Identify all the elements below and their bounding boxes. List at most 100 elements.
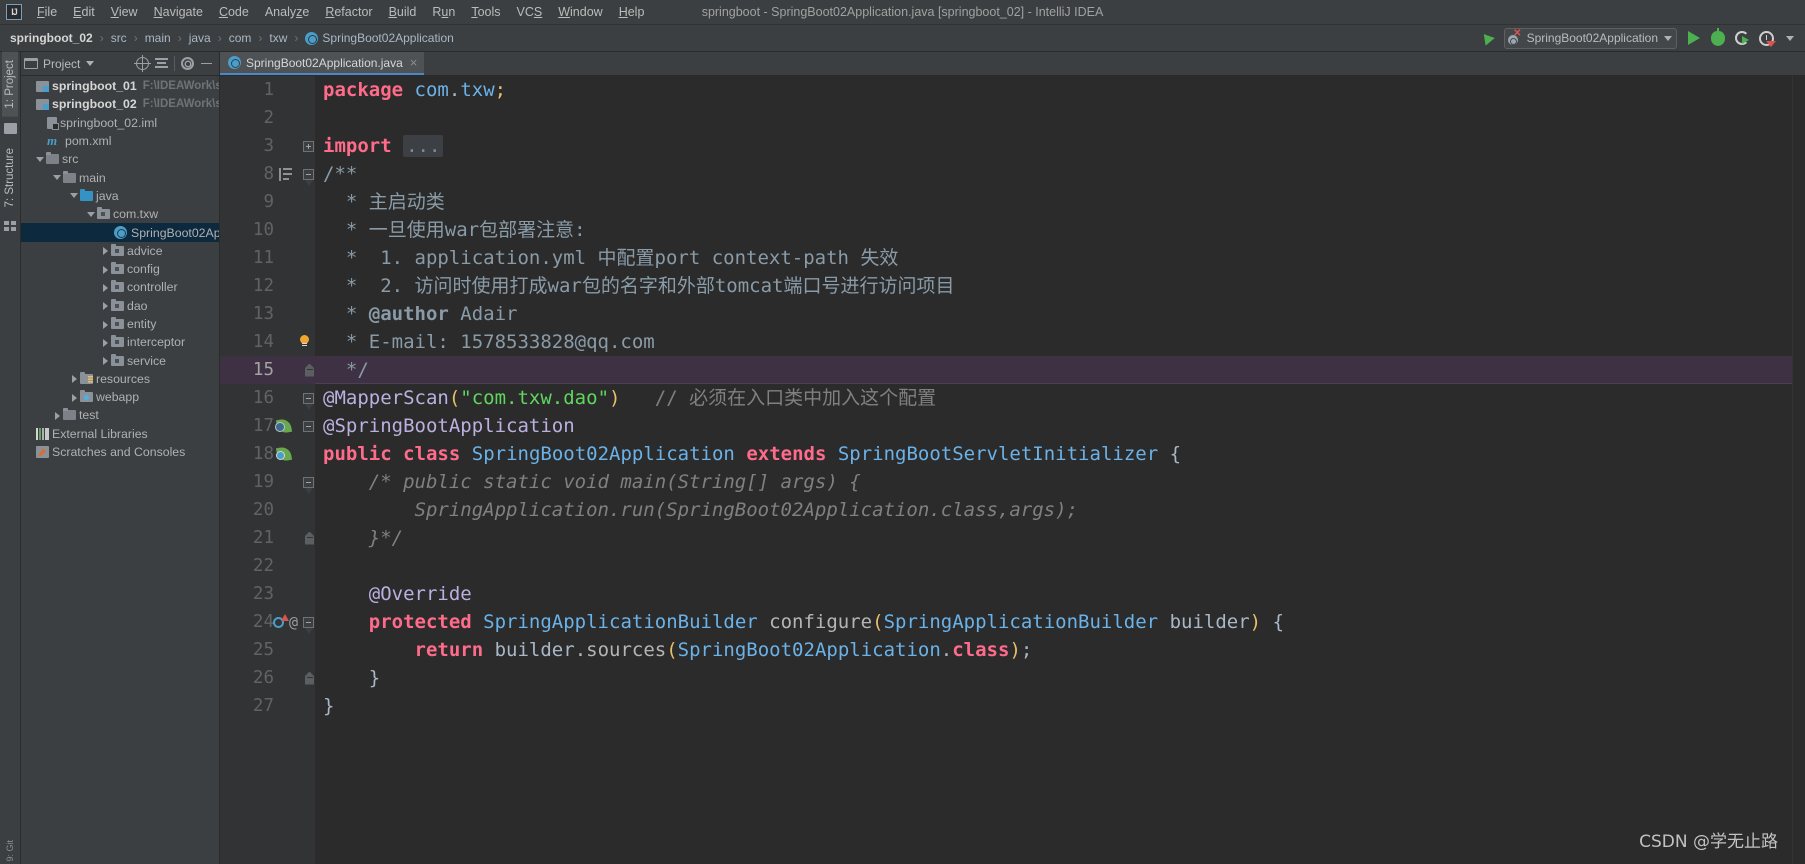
locate-file-button[interactable] bbox=[133, 54, 152, 73]
code-line-24[interactable]: protected SpringApplicationBuilder confi… bbox=[315, 608, 1792, 636]
collapsed-imports-placeholder[interactable]: ... bbox=[403, 135, 444, 157]
code-line-26[interactable]: } bbox=[315, 664, 1792, 692]
sidebar-tab-project[interactable]: 1: Project bbox=[2, 52, 18, 117]
menu-view[interactable]: View bbox=[103, 2, 146, 22]
code-content[interactable]: package com.txw; import ... /** * 主启动类 *… bbox=[315, 76, 1792, 864]
code-line-23[interactable]: @Override bbox=[315, 580, 1792, 608]
code-line-1[interactable]: package com.txw; bbox=[315, 76, 1792, 104]
fold-expand-icon[interactable] bbox=[303, 140, 314, 152]
tree-item-advice[interactable]: advice bbox=[21, 242, 219, 260]
debug-button[interactable] bbox=[1707, 27, 1729, 49]
code-line-20[interactable]: SpringApplication.run(SpringBoot02Applic… bbox=[315, 496, 1792, 524]
expand-arrow[interactable] bbox=[100, 245, 111, 256]
fold-collapse-icon[interactable] bbox=[303, 616, 314, 628]
tree-item-springboot-01[interactable]: springboot_01 F:\IDEAWork\springb bbox=[21, 77, 219, 95]
editor-marker-bar[interactable] bbox=[1792, 76, 1805, 864]
code-line-19[interactable]: /* public static void main(String[] args… bbox=[315, 468, 1792, 496]
expand-arrow[interactable] bbox=[69, 373, 80, 384]
tree-item-dao[interactable]: dao bbox=[21, 297, 219, 315]
tree-item-config[interactable]: config bbox=[21, 260, 219, 278]
code-line-27[interactable]: } bbox=[315, 692, 1792, 720]
code-line-9[interactable]: * 主启动类 bbox=[315, 188, 1792, 216]
chevron-down-icon[interactable] bbox=[86, 61, 95, 66]
expand-arrow[interactable] bbox=[100, 355, 111, 366]
tree-item-interceptor[interactable]: interceptor bbox=[21, 333, 219, 351]
spring-bean-icon[interactable] bbox=[275, 417, 293, 435]
collapse-arrow[interactable] bbox=[69, 190, 80, 201]
breadcrumb-item-class[interactable]: SpringBoot02Application bbox=[301, 29, 457, 47]
tree-item-pom-xml[interactable]: m pom.xml bbox=[21, 132, 219, 150]
menu-vcs[interactable]: VCS bbox=[509, 2, 551, 22]
code-line-8[interactable]: /** bbox=[315, 160, 1792, 188]
breadcrumb-item-module[interactable]: springboot_02 bbox=[6, 29, 97, 47]
sidebar-tab-structure[interactable]: 7: Structure bbox=[2, 140, 18, 215]
editor-gutter[interactable]: 1 2 3 8 9 10 11 12 13 14 15 16 17 18 19 … bbox=[220, 76, 315, 864]
fold-end-icon[interactable] bbox=[305, 672, 314, 685]
menu-code[interactable]: Code bbox=[211, 2, 257, 22]
close-icon[interactable]: × bbox=[408, 56, 420, 69]
spring-boot-icon[interactable] bbox=[275, 445, 293, 463]
code-line-2[interactable] bbox=[315, 104, 1792, 132]
sidebar-tab-git[interactable]: 9: Git bbox=[5, 840, 15, 862]
expand-arrow[interactable] bbox=[25, 428, 36, 439]
expand-arrow[interactable] bbox=[25, 99, 36, 110]
collapse-arrow[interactable] bbox=[35, 154, 46, 165]
code-line-16[interactable]: @MapperScan("com.txw.dao") // 必须在入口类中加入这… bbox=[315, 384, 1792, 412]
expand-arrow[interactable] bbox=[100, 264, 111, 275]
menu-analyze[interactable]: Analyze bbox=[257, 2, 317, 22]
expand-arrow[interactable] bbox=[69, 392, 80, 403]
breadcrumb-item-com[interactable]: com bbox=[225, 29, 256, 47]
project-settings-button[interactable] bbox=[178, 54, 197, 73]
override-method-icon[interactable] bbox=[273, 613, 289, 631]
code-editor[interactable]: 1 2 3 8 9 10 11 12 13 14 15 16 17 18 19 … bbox=[220, 76, 1805, 864]
breadcrumb-item-src[interactable]: src bbox=[107, 29, 131, 47]
tree-item-springboot-02[interactable]: springboot_02 F:\IDEAWork\springb bbox=[21, 95, 219, 113]
code-line-10[interactable]: * 一旦使用war包部署注意: bbox=[315, 216, 1792, 244]
editor-tab-springboot02application[interactable]: SpringBoot02Application.java × bbox=[220, 52, 425, 75]
menu-refactor[interactable]: Refactor bbox=[317, 2, 380, 22]
hide-panel-button[interactable] bbox=[197, 54, 216, 73]
code-line-13[interactable]: * @author Adair bbox=[315, 300, 1792, 328]
profile-button[interactable] bbox=[1755, 27, 1777, 49]
tree-item-resources[interactable]: resources bbox=[21, 370, 219, 388]
tree-item-com-txw[interactable]: com.txw bbox=[21, 205, 219, 223]
expand-arrow[interactable] bbox=[25, 447, 36, 458]
tree-item-service[interactable]: service bbox=[21, 351, 219, 369]
expand-arrow[interactable] bbox=[52, 410, 63, 421]
project-tree[interactable]: springboot_01 F:\IDEAWork\springb spring… bbox=[21, 76, 219, 864]
expand-arrow[interactable] bbox=[100, 300, 111, 311]
breadcrumb-item-main[interactable]: main bbox=[141, 29, 175, 47]
tree-item-test[interactable]: test bbox=[21, 406, 219, 424]
menu-help[interactable]: Help bbox=[611, 2, 653, 22]
tree-item-scratches[interactable]: Scratches and Consoles bbox=[21, 443, 219, 461]
favorites-icon[interactable] bbox=[3, 122, 17, 134]
fold-collapse-icon[interactable] bbox=[303, 168, 314, 180]
menu-tools[interactable]: Tools bbox=[463, 2, 508, 22]
run-button[interactable] bbox=[1683, 27, 1705, 49]
code-line-17[interactable]: @SpringBootApplication bbox=[315, 412, 1792, 440]
fold-end-icon[interactable] bbox=[305, 364, 314, 377]
code-line-11[interactable]: * 1. application.yml 中配置port context-pat… bbox=[315, 244, 1792, 272]
breadcrumb-item-txw[interactable]: txw bbox=[265, 29, 291, 47]
code-line-25[interactable]: return builder.sources(SpringBoot02Appli… bbox=[315, 636, 1792, 664]
run-with-coverage-button[interactable] bbox=[1731, 27, 1753, 49]
code-line-3[interactable]: import ... bbox=[315, 132, 1792, 160]
expand-arrow[interactable] bbox=[100, 319, 111, 330]
tree-item-src[interactable]: src bbox=[21, 150, 219, 168]
run-configuration-selector[interactable]: ✕ SpringBoot02Application bbox=[1503, 27, 1677, 49]
layout-grid-icon[interactable] bbox=[3, 221, 17, 232]
menu-edit[interactable]: Edit bbox=[65, 2, 103, 22]
tree-item-controller[interactable]: controller bbox=[21, 278, 219, 296]
tree-item-external-libraries[interactable]: External Libraries bbox=[21, 425, 219, 443]
fold-collapse-icon[interactable] bbox=[303, 420, 314, 432]
expand-arrow[interactable] bbox=[100, 282, 111, 293]
tree-item-java[interactable]: java bbox=[21, 187, 219, 205]
collapse-all-button[interactable] bbox=[152, 54, 171, 73]
menu-file[interactable]: File bbox=[29, 2, 65, 22]
more-toolbar-button[interactable] bbox=[1779, 27, 1801, 49]
code-line-12[interactable]: * 2. 访问时使用打成war包的名字和外部tomcat端口号进行访问项目 bbox=[315, 272, 1792, 300]
expand-arrow[interactable] bbox=[100, 337, 111, 348]
breadcrumb-item-java[interactable]: java bbox=[185, 29, 215, 47]
fold-collapse-icon[interactable] bbox=[303, 476, 314, 488]
tree-item-iml[interactable]: springboot_02.iml bbox=[21, 114, 219, 132]
